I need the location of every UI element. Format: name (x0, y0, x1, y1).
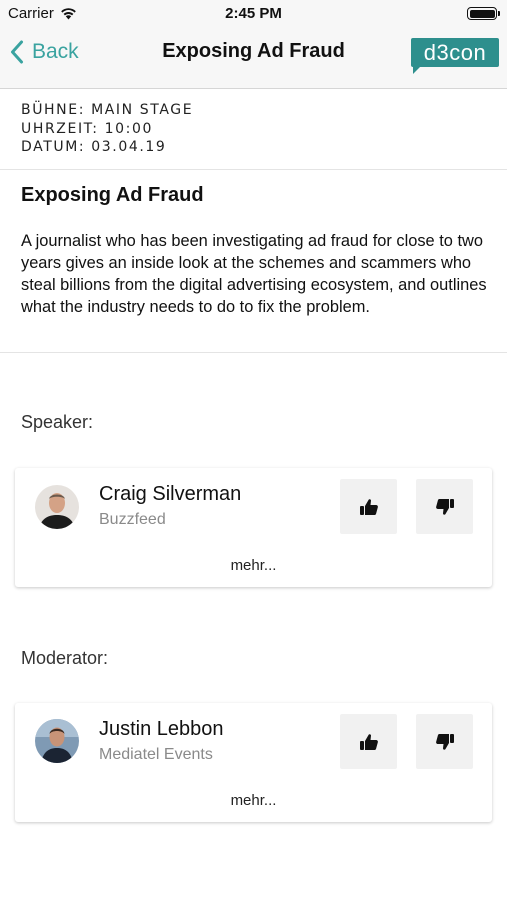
dislike-button[interactable] (416, 714, 473, 769)
time-info: UHRZEIT: 10:00 (21, 120, 153, 137)
avatar (35, 485, 79, 529)
moderator-section-label: Moderator: (21, 648, 109, 668)
thumbs-up-icon (359, 498, 378, 515)
speaker-section-label: Speaker: (21, 412, 94, 432)
dislike-button[interactable] (416, 479, 473, 534)
battery-icon (467, 7, 500, 20)
speaker-more-link[interactable]: mehr... (15, 557, 492, 574)
thumbs-down-icon (435, 498, 454, 515)
moderator-organization: Mediatel Events (99, 746, 213, 763)
avatar (35, 719, 79, 763)
divider (0, 169, 507, 170)
logo-text: d3con (423, 40, 487, 65)
moderator-name[interactable]: Justin Lebbon (99, 718, 224, 741)
stage-info: BÜHNE: MAIN STAGE (21, 102, 194, 118)
speaker-name[interactable]: Craig Silverman (99, 483, 241, 506)
moderator-card: Justin Lebbon Mediatel Events mehr... (15, 703, 492, 822)
session-meta: BÜHNE: MAIN STAGE UHRZEIT: 10:00 DATUM: … (21, 101, 193, 157)
talk-title: Exposing Ad Fraud (21, 184, 204, 206)
talk-description: A journalist who has been investigating … (21, 232, 487, 316)
speaker-organization: Buzzfeed (99, 511, 166, 528)
date-info: DATUM: 03.04.19 (21, 139, 167, 155)
status-bar: Carrier 2:45 PM (0, 0, 507, 28)
navigation-bar: Back Exposing Ad Fraud d3con (0, 28, 507, 89)
like-button[interactable] (340, 714, 397, 769)
divider (0, 352, 507, 353)
thumbs-down-icon (435, 733, 454, 750)
like-button[interactable] (340, 479, 397, 534)
moderator-more-link[interactable]: mehr... (15, 792, 492, 809)
thumbs-up-icon (359, 733, 378, 750)
speaker-card: Craig Silverman Buzzfeed mehr... (15, 468, 492, 587)
status-time: 2:45 PM (225, 5, 282, 22)
d3con-logo: d3con (411, 38, 499, 74)
